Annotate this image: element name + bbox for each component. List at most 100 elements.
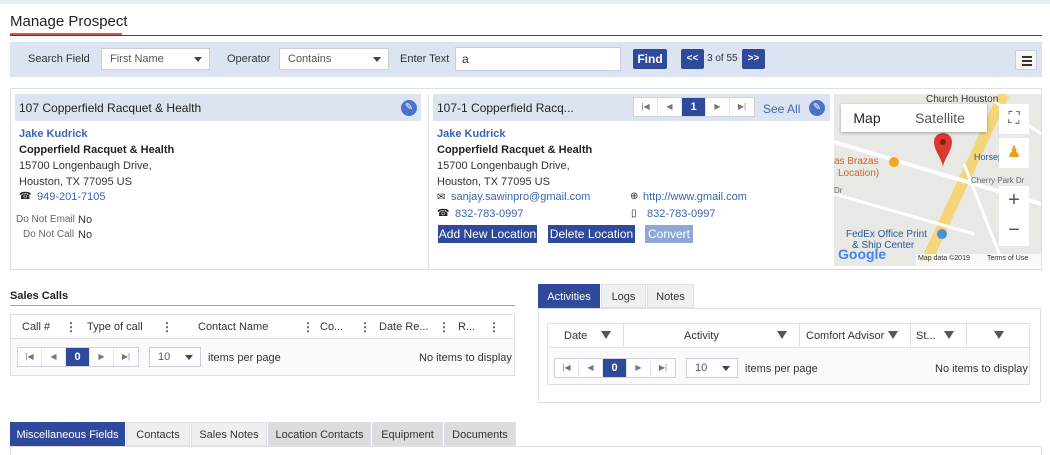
next-page-icon[interactable]: ▶ <box>627 359 651 377</box>
delete-location-button[interactable]: Delete Location <box>548 225 635 243</box>
website-link[interactable]: http://www.gmail.com <box>643 191 747 203</box>
filter-icon[interactable] <box>888 331 898 339</box>
activities-grid: Date Activity Comfort Advisor St... |◀ ◀… <box>547 323 1030 385</box>
tab-location-contacts[interactable]: Location Contacts <box>268 422 371 446</box>
column-menu-icon[interactable]: ⋮ <box>438 315 450 339</box>
location-contact-link[interactable]: Jake Kudrick <box>437 128 505 140</box>
chevron-down-icon <box>373 57 381 62</box>
activities-header: Date Activity Comfort Advisor St... <box>548 324 1029 348</box>
email-icon: ✉ <box>437 192 446 203</box>
mobile-link[interactable]: 832-783-0997 <box>647 208 716 220</box>
prev-page-icon[interactable]: ◀ <box>579 359 603 377</box>
tab-miscellaneous-fields[interactable]: Miscellaneous Fields <box>10 422 125 446</box>
menu-button[interactable] <box>1015 50 1037 70</box>
column-divider <box>623 324 624 348</box>
terms-link[interactable]: Terms of Use <box>987 255 1028 262</box>
zoom-in-icon[interactable]: + <box>999 186 1029 216</box>
title-divider <box>10 35 1042 36</box>
tab-equipment[interactable]: Equipment <box>372 422 443 446</box>
see-all-link[interactable]: See All <box>763 102 800 116</box>
page-number[interactable]: 1 <box>682 98 706 116</box>
filter-icon[interactable] <box>944 331 954 339</box>
sales-calls-grid: Call # ⋮ Type of call ⋮ Contact Name ⋮ C… <box>10 314 515 376</box>
col-st[interactable]: St... <box>916 324 936 348</box>
prev-page-icon[interactable]: ◀ <box>658 98 682 116</box>
next-page-icon[interactable]: ▶ <box>90 348 114 366</box>
prev-page-icon[interactable]: ◀ <box>42 348 66 366</box>
tab-documents[interactable]: Documents <box>444 422 516 446</box>
tab-logs[interactable]: Logs <box>601 284 646 308</box>
tab-activities[interactable]: Activities <box>538 284 600 308</box>
do-not-call-label: Do Not Call <box>23 229 75 240</box>
page-size-select[interactable]: 10 <box>149 347 201 367</box>
email-link[interactable]: sanjay.sawinpro@gmail.com <box>451 191 590 203</box>
first-page-icon[interactable]: |◀ <box>18 348 42 366</box>
fullscreen-icon[interactable]: ⛶ <box>999 104 1029 134</box>
filter-icon[interactable] <box>601 331 611 339</box>
phone-link[interactable]: 949-201-7105 <box>37 191 106 203</box>
location-phone-link[interactable]: 832-783-0997 <box>455 208 524 220</box>
search-field-value: First Name <box>110 53 164 65</box>
last-page-icon[interactable]: ▶| <box>114 348 138 366</box>
column-menu-icon[interactable]: ⋮ <box>359 315 371 339</box>
tab-sales-notes[interactable]: Sales Notes <box>191 422 267 446</box>
col-date[interactable]: Date <box>564 324 587 348</box>
col-date-re[interactable]: Date Re... <box>379 315 429 339</box>
col-activity[interactable]: Activity <box>684 324 719 348</box>
phone-icon: ☎ <box>437 208 450 219</box>
globe-icon: ⊕ <box>630 191 639 202</box>
map-attribution-bar: Map data ©2019 Terms of Use <box>916 254 1041 266</box>
location-address-1: 15700 Longenbaugh Drive, <box>437 160 570 172</box>
column-menu-icon[interactable]: ⋮ <box>302 315 314 339</box>
items-per-page-label: items per page <box>745 363 818 375</box>
do-not-email-value: No <box>78 214 93 226</box>
location-company: Copperfield Racquet & Health <box>437 144 593 156</box>
map-tab-map[interactable]: Map <box>841 104 893 132</box>
search-field-select[interactable]: First Name <box>101 48 210 70</box>
pegman-icon[interactable]: ♟ <box>999 138 1029 168</box>
map-label-cherry: Cherry Park Dr <box>971 176 1025 185</box>
contact-name-link[interactable]: Jake Kudrick <box>19 128 87 140</box>
col-call-number[interactable]: Call # <box>22 315 50 339</box>
col-co[interactable]: Co... <box>320 315 343 339</box>
col-type-of-call[interactable]: Type of call <box>87 315 143 339</box>
column-menu-icon[interactable]: ⋮ <box>65 315 77 339</box>
last-page-icon[interactable]: ▶| <box>651 359 675 377</box>
last-page-icon[interactable]: ▶| <box>730 98 754 116</box>
add-location-button[interactable]: Add New Location <box>438 225 537 243</box>
prev-record-button[interactable]: << <box>681 49 704 69</box>
tab-contacts[interactable]: Contacts <box>126 422 190 446</box>
map-label-location: Location) <box>838 168 880 179</box>
google-logo: Google <box>838 246 887 262</box>
location-map[interactable]: Church Houston as Brazas Location) FedEx… <box>834 94 1041 266</box>
card-divider <box>428 94 429 270</box>
col-comfort-advisor[interactable]: Comfort Advisor <box>806 324 884 348</box>
map-tab-satellite[interactable]: Satellite <box>893 104 987 132</box>
map-label-brazas: as Brazas <box>834 156 879 167</box>
zoom-out-icon[interactable]: − <box>999 216 1029 246</box>
record-position: 3 of 55 <box>707 53 738 64</box>
edit-pencil-icon[interactable]: ✎ <box>401 100 417 116</box>
filter-icon[interactable] <box>994 331 1004 339</box>
column-menu-icon[interactable]: ⋮ <box>488 315 500 339</box>
next-record-button[interactable]: >> <box>742 49 765 69</box>
col-contact-name[interactable]: Contact Name <box>198 315 268 339</box>
first-page-icon[interactable]: |◀ <box>634 98 658 116</box>
page-number[interactable]: 0 <box>603 359 627 377</box>
next-page-icon[interactable]: ▶ <box>706 98 730 116</box>
page-number[interactable]: 0 <box>66 348 90 366</box>
first-page-icon[interactable]: |◀ <box>555 359 579 377</box>
sales-calls-divider <box>10 305 515 306</box>
find-button[interactable]: Find <box>633 49 667 69</box>
convert-button[interactable]: Convert <box>645 225 693 243</box>
edit-pencil-icon[interactable]: ✎ <box>809 100 825 116</box>
tab-notes[interactable]: Notes <box>647 284 694 308</box>
map-label-dr: Dr <box>834 186 843 195</box>
page-size-select[interactable]: 10 <box>686 358 738 378</box>
column-menu-icon[interactable]: ⋮ <box>161 315 173 339</box>
col-r[interactable]: R... <box>458 315 475 339</box>
operator-select[interactable]: Contains <box>279 48 389 70</box>
search-input[interactable]: a <box>455 47 621 71</box>
address-line-2: Houston, TX 77095 US <box>19 176 132 188</box>
filter-icon[interactable] <box>777 331 787 339</box>
